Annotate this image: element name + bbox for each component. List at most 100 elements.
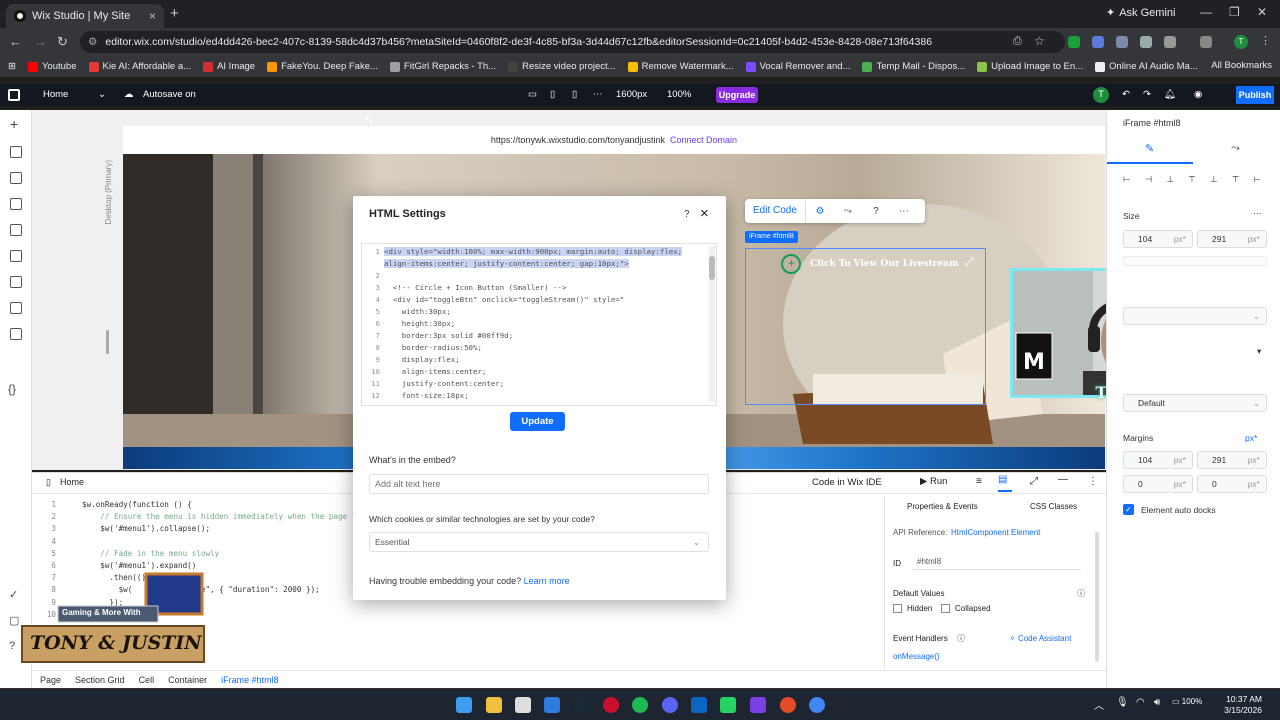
code-in-ide-button[interactable]: Code in Wix IDE	[812, 477, 882, 488]
notifications-bell-icon[interactable]: 🔔︎	[1164, 89, 1176, 100]
more-options-icon[interactable]: ⋮	[1088, 476, 1098, 487]
chrome-icon[interactable]	[780, 697, 796, 713]
bookmark-item[interactable]: Resize video project...	[508, 61, 616, 72]
margin-left-input[interactable]: 104 px*	[1123, 451, 1193, 469]
width-input[interactable]: 104 px*	[1123, 230, 1193, 248]
tablet-view-icon[interactable]: ▯	[550, 89, 555, 100]
resize-handle[interactable]	[106, 330, 109, 354]
extensions-puzzle-icon[interactable]	[1164, 36, 1176, 48]
app-icon[interactable]	[603, 697, 619, 713]
address-bar[interactable]: ⚙ editor.wix.com/studio/ed4dd426-bec2-40…	[80, 31, 1065, 53]
extension-icon[interactable]	[1068, 36, 1080, 48]
wix-studio-logo-icon[interactable]	[8, 89, 20, 101]
desktop-view-icon[interactable]: ▭	[528, 89, 537, 100]
alt-text-input[interactable]	[369, 474, 709, 494]
mobile-view-icon[interactable]: ▯	[572, 89, 577, 100]
minimize-panel-icon[interactable]: —	[1058, 474, 1068, 485]
connect-domain-link[interactable]: Connect Domain	[670, 135, 737, 145]
bookmark-item[interactable]: AI Image	[203, 61, 255, 72]
info-icon[interactable]: ⓘ	[957, 633, 965, 644]
margin-right-input[interactable]: 0 px*	[1123, 475, 1193, 493]
position-dropdown[interactable]: ⌄	[1123, 307, 1267, 325]
whatsapp-icon[interactable]	[720, 697, 736, 713]
scrollbar-thumb[interactable]	[709, 256, 715, 280]
cookies-select[interactable]: Essential ⌄	[369, 532, 709, 552]
bookmark-item[interactable]: FitGirl Repacks - Th...	[389, 61, 496, 72]
profile-avatar[interactable]: T	[1234, 35, 1248, 49]
breadcrumb-item[interactable]: Cell	[139, 675, 155, 685]
ask-gemini-button[interactable]: ✦ Ask Gemini	[1106, 6, 1175, 20]
height-input[interactable]: 291 px*	[1197, 230, 1267, 248]
connect-icon[interactable]: ⤳	[834, 206, 862, 217]
id-input[interactable]: #html8	[913, 554, 1081, 570]
editor-scrollbar[interactable]	[709, 246, 715, 402]
align-tools[interactable]: ⊢ ⊣ ⊥ ⊤ ⊥ ⊤ ⊢	[1123, 174, 1267, 185]
breadcrumb-item[interactable]: Page	[40, 675, 61, 685]
edit-code-button[interactable]: Edit Code	[745, 199, 806, 223]
start-icon[interactable]	[456, 697, 472, 713]
css-classes-tab[interactable]: CSS Classes	[1030, 502, 1077, 511]
selected-element-tag[interactable]: iFrame #html8	[745, 231, 798, 243]
store-icon[interactable]	[515, 697, 531, 713]
code-braces-icon[interactable]: {}	[8, 382, 16, 396]
info-icon[interactable]: ⓘ	[1077, 588, 1085, 599]
forward-icon[interactable]: →	[34, 34, 47, 49]
collapsed-checkbox[interactable]	[941, 604, 950, 613]
more-options-icon[interactable]: ⋯	[890, 206, 918, 217]
bookmark-item[interactable]: Remove Watermark...	[627, 61, 734, 72]
iframe-html8[interactable]	[745, 248, 986, 405]
bookmark-item[interactable]: Youtube	[27, 61, 77, 72]
all-bookmarks-button[interactable]: All Bookmarks	[1211, 60, 1272, 71]
breakpoint-width[interactable]: 1600px	[616, 89, 647, 100]
run-button[interactable]: ▶ Run	[920, 476, 947, 487]
expand-icon[interactable]: ⤢	[965, 256, 974, 269]
wifi-icon[interactable]: ◠	[1136, 697, 1145, 708]
connect-icon[interactable]: ⤳	[1231, 142, 1240, 155]
blocks-icon[interactable]	[10, 302, 22, 314]
more-options-icon[interactable]: ⋯	[1253, 208, 1262, 219]
cms-icon[interactable]	[10, 276, 22, 288]
code-assistant-button[interactable]: ✧ Code Assistant	[1009, 634, 1071, 643]
close-icon[interactable]: ×	[700, 205, 709, 222]
file-explorer-icon[interactable]	[486, 697, 502, 713]
help-icon[interactable]: ?	[684, 209, 690, 220]
properties-toggle-icon[interactable]: ▤	[998, 474, 1012, 492]
docking-dropdown[interactable]: Default ⌄	[1123, 394, 1267, 412]
sidepanel-icon[interactable]	[1200, 36, 1212, 48]
scrollbar[interactable]	[1095, 532, 1099, 662]
chrome-icon[interactable]	[809, 697, 825, 713]
on-message-handler[interactable]: onMessage()	[893, 652, 940, 661]
extension-icon[interactable]	[1116, 36, 1128, 48]
bookmark-item[interactable]: Upload Image to En...	[977, 61, 1083, 72]
upgrade-button[interactable]: Upgrade	[716, 87, 758, 103]
publish-button[interactable]: Publish	[1236, 86, 1274, 104]
api-ref-link[interactable]: HtmlComponent Element	[951, 528, 1040, 537]
microphone-icon[interactable]: 🎙︎	[1116, 697, 1129, 708]
system-clock[interactable]: 10:37 AM 3/15/2026	[1224, 694, 1262, 716]
new-tab-button[interactable]: +	[170, 5, 179, 22]
file-tab-home[interactable]: Home	[60, 477, 84, 487]
zoom-level[interactable]: 100%	[667, 89, 691, 100]
extension-icon[interactable]	[1092, 36, 1104, 48]
bookmark-item[interactable]: Temp Mail - Dispos...	[862, 61, 965, 72]
livestream-toggle-button[interactable]: +	[781, 254, 801, 274]
app-icon[interactable]	[544, 697, 560, 713]
margin-top-input[interactable]: 291 px*	[1197, 451, 1267, 469]
bookmark-star-icon[interactable]: ☆	[1034, 34, 1045, 48]
app-icon[interactable]	[691, 697, 707, 713]
add-element-icon[interactable]: +	[10, 116, 18, 132]
design-brush-icon[interactable]: ✎	[1145, 142, 1154, 155]
browser-tab[interactable]: Wix Studio | My Site ×	[6, 4, 164, 28]
page-selector[interactable]: Home	[43, 89, 68, 100]
apps-icon[interactable]	[10, 224, 22, 236]
more-breakpoints-icon[interactable]: ⋯	[593, 89, 603, 100]
auto-docks-checkbox[interactable]: ✓	[1123, 504, 1134, 515]
format-icon[interactable]: ≡	[976, 476, 982, 487]
discord-icon[interactable]	[662, 697, 678, 713]
extension-icon[interactable]	[1140, 36, 1152, 48]
bookmark-item[interactable]: Kie AI: Affordable a...	[88, 61, 191, 72]
avatar[interactable]: T	[1093, 87, 1109, 103]
chevron-down-icon[interactable]: ▾	[1257, 346, 1261, 357]
spotify-icon[interactable]	[632, 697, 648, 713]
media-icon[interactable]	[10, 250, 22, 262]
